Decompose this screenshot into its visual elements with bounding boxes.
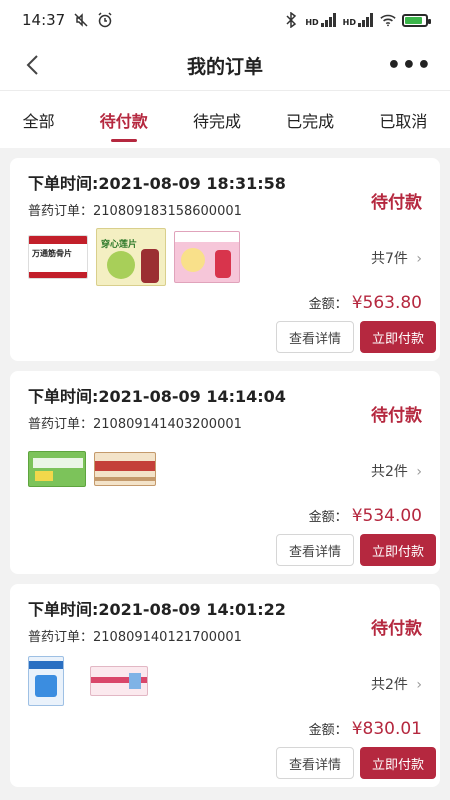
order-time: 下单时间:2021-08-09 18:31:58	[28, 174, 286, 193]
amount-value: ¥534.00	[351, 506, 422, 526]
product-image	[90, 666, 148, 696]
order-status: 待付款	[371, 619, 422, 639]
order-status: 待付款	[371, 406, 422, 426]
product-thumbnails[interactable]	[28, 656, 148, 706]
pay-now-button[interactable]: 立即付款	[359, 321, 436, 353]
order-number: 普药订单：210809141403200001	[28, 417, 242, 432]
order-amount: 金额： ¥563.80	[309, 293, 422, 313]
amount-label: 金额：	[308, 297, 348, 312]
chevron-right-icon: ›	[416, 464, 422, 480]
order-actions: 查看详情 立即付款	[275, 747, 436, 779]
product-image	[174, 231, 240, 283]
tab-pending-payment[interactable]: 待付款	[94, 98, 154, 142]
chevron-right-icon: ›	[416, 677, 422, 693]
pay-now-button[interactable]: 立即付款	[359, 747, 436, 779]
wifi-icon	[380, 12, 396, 28]
product-image: 万通筋骨片	[28, 235, 88, 279]
pay-now-button[interactable]: 立即付款	[359, 534, 436, 566]
order-time: 下单时间:2021-08-09 14:14:04	[28, 387, 286, 406]
chevron-right-icon: ›	[416, 251, 422, 267]
order-list: 下单时间:2021-08-09 18:31:58 普药订单：2108091831…	[0, 158, 450, 787]
order-amount: 金额： ¥534.00	[309, 506, 422, 526]
status-left: 14:37	[22, 11, 113, 29]
order-card[interactable]: 下单时间:2021-08-09 14:01:22 普药订单：2108091401…	[10, 584, 440, 787]
amount-label: 金额：	[308, 723, 348, 738]
order-actions: 查看详情 立即付款	[275, 534, 436, 566]
item-count[interactable]: 共7件 ›	[371, 248, 422, 268]
network-type-2: HD	[342, 18, 356, 27]
signal-icon-2: HD	[343, 13, 374, 27]
more-icon[interactable]: •••	[387, 53, 432, 78]
network-type-1: HD	[305, 18, 319, 27]
product-image	[28, 451, 86, 487]
view-details-button[interactable]: 查看详情	[275, 747, 354, 779]
amount-value: ¥563.80	[351, 293, 422, 313]
tab-pending-completion[interactable]: 待完成	[187, 98, 247, 142]
order-number: 普药订单：210809183158600001	[28, 204, 242, 219]
tab-all[interactable]: 全部	[17, 98, 61, 142]
view-details-button[interactable]: 查看详情	[275, 534, 354, 566]
alarm-icon	[97, 12, 113, 28]
item-count-label: 共2件	[371, 464, 408, 480]
mute-icon	[73, 12, 89, 28]
clock: 14:37	[22, 11, 66, 29]
order-card[interactable]: 下单时间:2021-08-09 18:31:58 普药订单：2108091831…	[10, 158, 440, 361]
product-name: 万通筋骨片	[32, 249, 72, 258]
tab-cancelled[interactable]: 已取消	[373, 98, 433, 142]
product-image: 穿心莲片	[96, 228, 166, 286]
order-card[interactable]: 下单时间:2021-08-09 14:14:04 普药订单：2108091414…	[10, 371, 440, 574]
item-count[interactable]: 共2件 ›	[371, 674, 422, 694]
product-image	[28, 656, 64, 706]
amount-value: ¥830.01	[351, 719, 422, 739]
battery-icon	[402, 13, 431, 27]
amount-label: 金额：	[308, 510, 348, 525]
status-bar: 14:37 HD HD	[0, 0, 450, 40]
order-amount: 金额： ¥830.01	[309, 719, 422, 739]
status-right: HD HD	[283, 12, 431, 28]
signal-icon: HD	[305, 13, 336, 27]
back-icon[interactable]	[18, 51, 46, 79]
product-image	[94, 452, 156, 486]
order-tabs: 全部 待付款 待完成 已完成 已取消	[0, 90, 450, 148]
order-actions: 查看详情 立即付款	[275, 321, 436, 353]
order-status: 待付款	[371, 193, 422, 213]
bluetooth-icon	[283, 12, 299, 28]
nav-bar: 我的订单 •••	[0, 40, 450, 90]
product-name: 穿心莲片	[101, 240, 138, 250]
product-thumbnails[interactable]: 万通筋骨片 穿心莲片	[28, 228, 240, 286]
tab-completed[interactable]: 已完成	[280, 98, 340, 142]
view-details-button[interactable]: 查看详情	[275, 321, 354, 353]
item-count-label: 共7件	[371, 251, 408, 267]
battery-level	[405, 16, 422, 24]
order-time: 下单时间:2021-08-09 14:01:22	[28, 600, 286, 619]
item-count-label: 共2件	[371, 677, 408, 693]
order-number: 普药订单：210809140121700001	[28, 630, 242, 645]
product-thumbnails[interactable]	[28, 451, 156, 487]
page-title: 我的订单	[186, 55, 263, 78]
item-count[interactable]: 共2件 ›	[371, 461, 422, 481]
